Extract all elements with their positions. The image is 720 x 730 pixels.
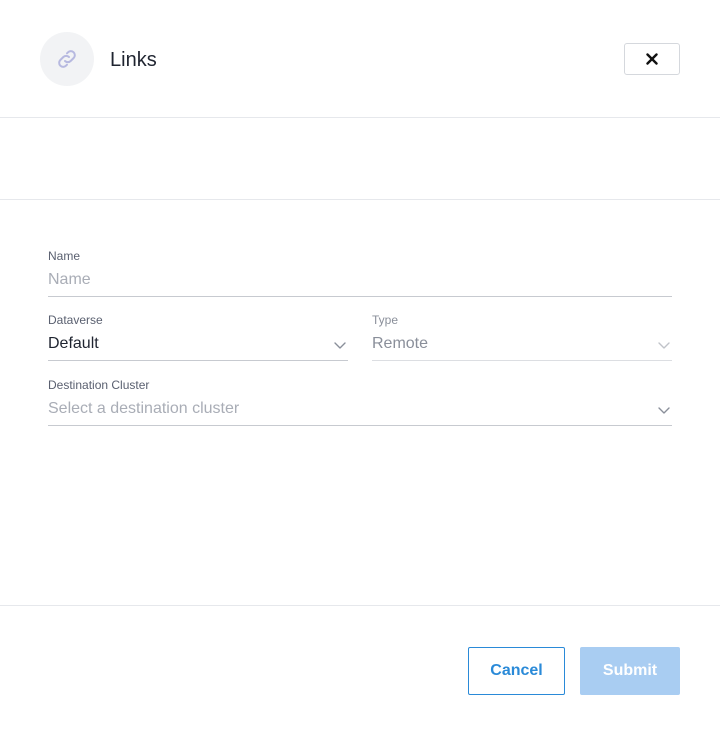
type-selected-value: Remote — [372, 335, 429, 352]
destination-cluster-select[interactable]: Select a destination cluster — [48, 394, 672, 426]
destination-cluster-placeholder: Select a destination cluster — [48, 400, 240, 417]
chevron-down-icon — [658, 342, 670, 349]
submit-button[interactable]: Submit — [580, 647, 680, 695]
name-input-wrapper — [48, 265, 672, 297]
dialog-header: Links — [0, 0, 720, 118]
name-input[interactable] — [48, 265, 672, 295]
close-button[interactable] — [624, 43, 680, 75]
dataverse-field: Dataverse Default — [48, 313, 348, 361]
dialog-title: Links — [110, 49, 157, 71]
empty-section — [0, 118, 720, 200]
destination-cluster-field: Destination Cluster Select a destination… — [48, 378, 672, 426]
type-label: Type — [372, 313, 399, 327]
name-field: Name — [48, 249, 672, 297]
type-select: Remote — [372, 329, 672, 361]
type-field: Type Remote — [372, 313, 672, 361]
cancel-button[interactable]: Cancel — [468, 647, 565, 695]
chevron-down-icon — [334, 342, 346, 349]
name-label: Name — [48, 249, 81, 263]
link-icon — [40, 32, 94, 86]
dataverse-select[interactable]: Default — [48, 329, 348, 361]
close-icon — [646, 53, 658, 65]
dialog-footer: Cancel Submit — [0, 605, 720, 730]
links-dialog: Links Name Dataverse Default Type Remote — [0, 0, 720, 730]
dataverse-label: Dataverse — [48, 313, 103, 327]
destination-cluster-label: Destination Cluster — [48, 378, 150, 392]
chevron-down-icon — [658, 407, 670, 414]
dataverse-selected-value: Default — [48, 335, 99, 352]
